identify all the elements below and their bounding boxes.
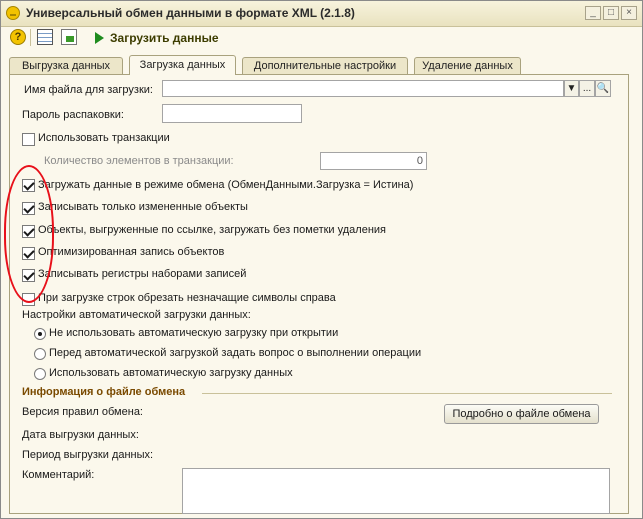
run-icon[interactable] bbox=[95, 32, 104, 44]
window-title: Универсальный обмен данными в формате XM… bbox=[26, 6, 355, 20]
autoload-settings-label: Настройки автоматической загрузки данных… bbox=[22, 309, 251, 321]
transaction-count-input[interactable]: 0 bbox=[320, 152, 427, 170]
file-name-label: Имя файла для загрузки: bbox=[24, 84, 153, 96]
red-annotation-ellipse bbox=[4, 165, 54, 303]
rules-version-label: Версия правил обмена: bbox=[22, 406, 143, 418]
option-label-exchange-mode: Загружать данные в режиме обмена (ОбменД… bbox=[38, 179, 414, 191]
file-name-input[interactable] bbox=[162, 80, 564, 97]
tab-additional-settings[interactable]: Дополнительные настройки bbox=[242, 57, 408, 74]
file-dropdown-button[interactable]: ▼ bbox=[564, 80, 579, 97]
toolbar-separator bbox=[30, 29, 31, 46]
download-icon[interactable] bbox=[61, 29, 77, 45]
option-label-optimized-write: Оптимизированная запись объектов bbox=[38, 246, 225, 258]
tab-export[interactable]: Выгрузка данных bbox=[9, 57, 123, 74]
close-button[interactable]: × bbox=[621, 6, 637, 20]
main-window: Универсальный обмен данными в формате XM… bbox=[0, 0, 643, 519]
option-label-no-deletion-mark: Объекты, выгруженные по ссылке, загружат… bbox=[38, 224, 387, 236]
tab-delete-data[interactable]: Удаление данных bbox=[414, 57, 521, 74]
title-bar: Универсальный обмен данными в формате XM… bbox=[1, 1, 642, 27]
file-browse-button[interactable]: ... bbox=[579, 80, 595, 97]
export-period-label: Период выгрузки данных: bbox=[22, 449, 154, 461]
use-transactions-checkbox[interactable] bbox=[22, 133, 35, 146]
comment-label: Комментарий: bbox=[22, 469, 95, 481]
autoload-radio-disabled[interactable] bbox=[34, 328, 46, 340]
help-icon[interactable]: ? bbox=[10, 29, 26, 45]
maximize-button[interactable]: □ bbox=[603, 6, 619, 20]
option-label-changed-only: Записывать только измененные объекты bbox=[38, 201, 248, 213]
use-transactions-label: Использовать транзакции bbox=[38, 132, 170, 144]
autoload-radio-enabled-label: Использовать автоматическую загрузку дан… bbox=[49, 367, 293, 379]
comment-textarea[interactable] bbox=[182, 468, 610, 514]
password-label: Пароль распаковки: bbox=[22, 109, 124, 121]
transaction-count-label: Количество элементов в транзакции: bbox=[44, 155, 234, 167]
tab-import[interactable]: Загрузка данных bbox=[129, 55, 236, 75]
load-data-button[interactable]: Загрузить данные bbox=[110, 31, 219, 45]
section-divider bbox=[202, 393, 612, 394]
app-logo-icon bbox=[6, 6, 20, 20]
option-label-trim-strings: При загрузке строк обрезать незначащие с… bbox=[38, 292, 336, 304]
autoload-radio-ask-label: Перед автоматической загрузкой задать во… bbox=[49, 347, 422, 359]
export-date-label: Дата выгрузки данных: bbox=[22, 429, 139, 441]
search-icon[interactable]: 🔍 bbox=[595, 80, 611, 97]
exchange-file-info-title: Информация о файле обмена bbox=[22, 386, 186, 398]
minimize-button[interactable]: _ bbox=[585, 6, 601, 20]
tab-strip: Выгрузка данных Загрузка данных Дополнит… bbox=[9, 55, 636, 75]
table-view-icon[interactable] bbox=[37, 29, 53, 45]
autoload-radio-enabled[interactable] bbox=[34, 368, 46, 380]
autoload-radio-disabled-label: Не использовать автоматическую загрузку … bbox=[49, 327, 339, 339]
autoload-radio-ask[interactable] bbox=[34, 348, 46, 360]
password-input[interactable] bbox=[162, 104, 302, 123]
file-details-button[interactable]: Подробно о файле обмена bbox=[444, 404, 599, 424]
option-label-register-sets: Записывать регистры наборами записей bbox=[38, 268, 247, 280]
toolbar: ? Загрузить данные bbox=[1, 27, 642, 49]
